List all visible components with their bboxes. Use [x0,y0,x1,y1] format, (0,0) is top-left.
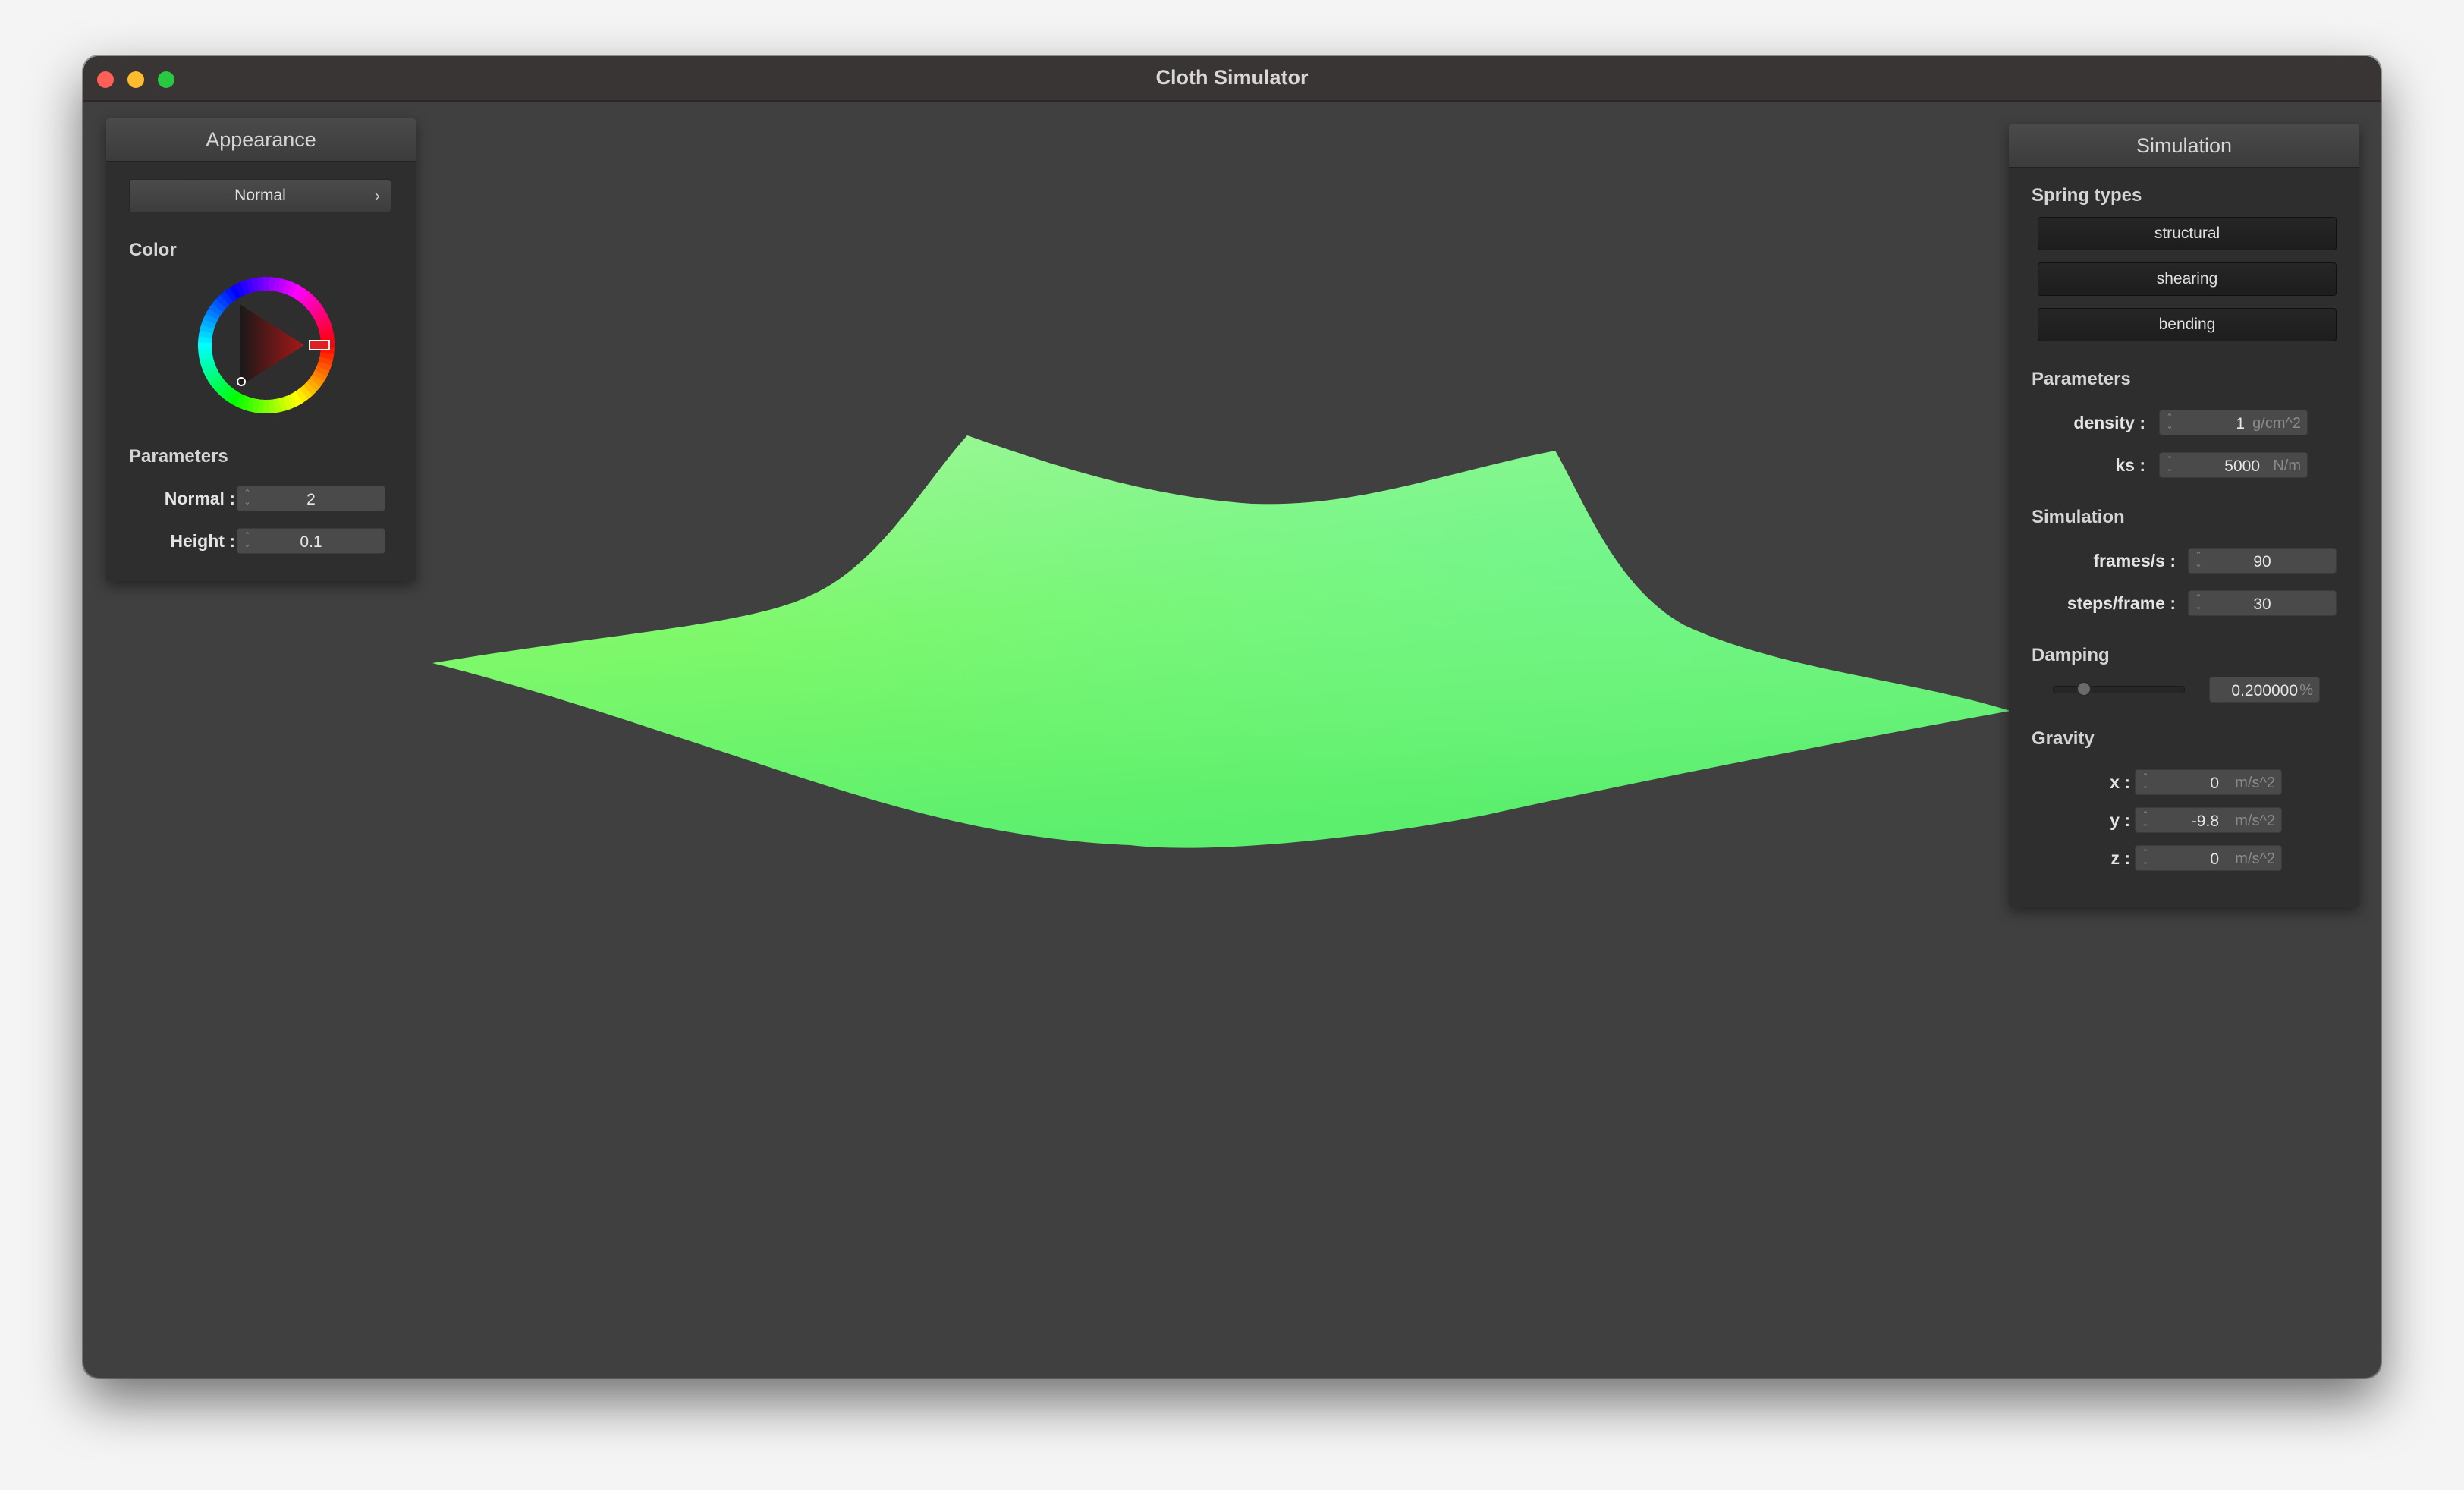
damping-input[interactable]: 0.200000 % [2209,677,2320,703]
gravity-y-unit: m/s^2 [2235,813,2275,829]
stepper-icon[interactable]: ⌃ ⌄ [2140,810,2151,830]
appearance-panel-header[interactable]: Appearance [106,118,416,162]
shader-dropdown[interactable]: Normal › [129,179,391,212]
gravity-x-label: x : [2110,772,2130,792]
frames-per-s-value: 90 [2253,553,2271,571]
gravity-y-input[interactable]: ⌃ ⌄ -9.8 m/s^2 [2135,807,2282,833]
spring-types-label: Spring types [2032,185,2142,206]
gravity-y-label: y : [2110,810,2130,830]
frames-per-s-input[interactable]: ⌃ ⌄ 90 [2188,548,2337,574]
damping-label: Damping [2032,645,2110,665]
simulation-panel: Simulation Spring types structural shear… [2009,124,2359,907]
gravity-z-value: 0 [2210,850,2219,868]
gravity-y-value: -9.8 [2191,813,2219,830]
simulation-panel-header[interactable]: Simulation [2009,124,2359,168]
app-window: Cloth Simulator Appearance Normal › Colo… [83,56,2381,1378]
cloth-shading [432,435,2010,848]
gravity-z-label: z : [2110,848,2130,868]
steps-per-frame-value: 30 [2253,596,2271,613]
structural-spring-toggle[interactable]: structural [2038,217,2337,250]
height-input[interactable]: ⌃ ⌄ 0.1 [237,528,385,554]
bending-spring-toggle[interactable]: bending [2038,308,2337,341]
shearing-spring-toggle[interactable]: shearing [2038,262,2337,296]
color-wheel[interactable] [194,273,338,417]
steps-per-frame-input[interactable]: ⌃ ⌄ 30 [2188,590,2337,616]
steps-per-frame-label: steps/frame : [2066,593,2176,613]
gravity-x-input[interactable]: ⌃ ⌄ 0 m/s^2 [2135,769,2282,795]
shader-dropdown-value: Normal [234,187,286,204]
density-label: density : [2073,413,2145,432]
normal-value: 2 [306,491,316,508]
ks-input[interactable]: ⌃ ⌄ 5000 N/m [2159,452,2308,478]
appearance-parameters-label: Parameters [129,446,228,467]
gravity-label: Gravity [2032,728,2095,749]
gravity-x-unit: m/s^2 [2235,775,2275,791]
density-value: 1 [2236,415,2245,432]
density-input[interactable]: ⌃ ⌄ 1 g/cm^2 [2159,410,2308,435]
window-title: Cloth Simulator [1155,66,1309,89]
height-value: 0.1 [300,533,322,551]
appearance-panel: Appearance Normal › Color Parameters Nor… [106,118,416,581]
ks-label: ks : [2115,455,2145,475]
simulation-parameters-label: Parameters [2032,369,2131,389]
damping-slider-knob[interactable] [2076,681,2092,696]
stepper-icon[interactable]: ⌃ ⌄ [2164,413,2175,432]
height-label: Height : [170,531,235,551]
color-section-label: Color [129,240,177,260]
gravity-x-value: 0 [2210,775,2219,792]
damping-unit: % [2299,682,2313,699]
frames-per-s-label: frames/s : [2093,551,2176,571]
ks-unit: N/m [2273,457,2301,474]
stepper-icon[interactable]: ⌃ ⌄ [2140,848,2151,868]
gravity-z-unit: m/s^2 [2235,850,2275,867]
simulation-section-label: Simulation [2032,507,2125,527]
damping-value: 0.200000 [2231,682,2298,699]
chevron-right-icon: › [374,186,380,205]
hue-selector-handle[interactable] [309,340,330,350]
stepper-icon[interactable]: ⌃ ⌄ [2140,772,2151,792]
title-bar[interactable]: Cloth Simulator [83,56,2381,102]
normal-input[interactable]: ⌃ ⌄ 2 [237,486,385,511]
gravity-z-input[interactable]: ⌃ ⌄ 0 m/s^2 [2135,845,2282,871]
density-unit: g/cm^2 [2252,415,2301,432]
stepper-icon[interactable]: ⌃ ⌄ [2164,455,2175,475]
normal-label: Normal : [164,489,235,508]
ks-value: 5000 [2224,457,2260,475]
damping-slider[interactable] [2053,681,2185,696]
